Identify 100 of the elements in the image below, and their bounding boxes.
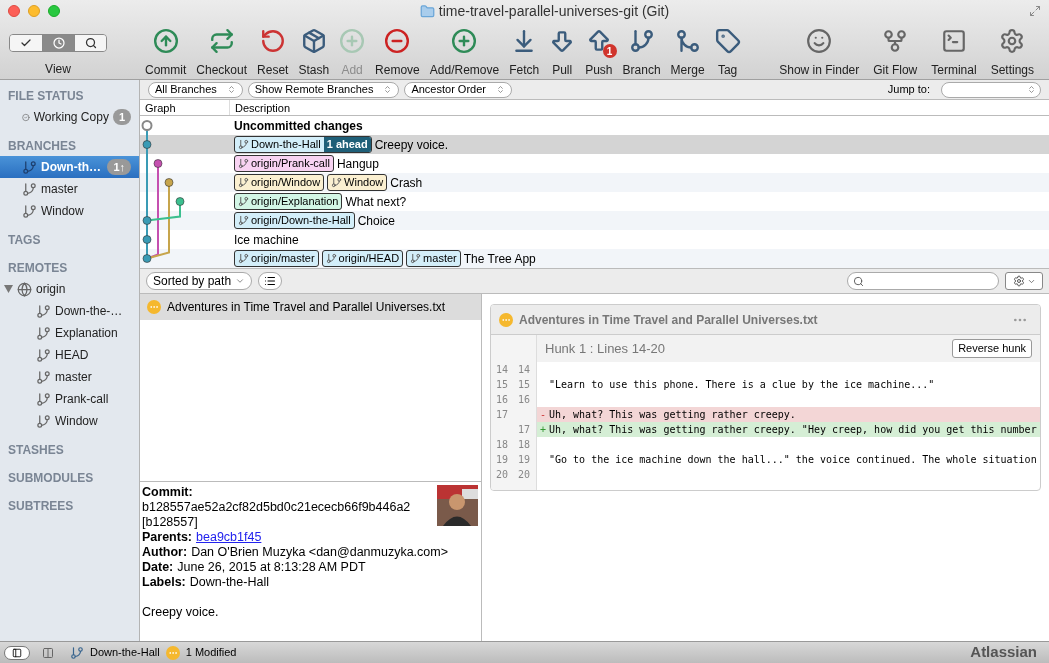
item-label: HEAD bbox=[55, 347, 89, 364]
count-badge: 1↑ bbox=[107, 159, 131, 175]
filter-dropdown[interactable]: Ancestor Order bbox=[404, 81, 512, 98]
sidebar-item[interactable]: Down-th… 1↑ bbox=[0, 156, 139, 178]
sidebar-toggle-button[interactable] bbox=[4, 645, 30, 660]
toolbar-button[interactable]: Checkout bbox=[191, 28, 253, 79]
column-header[interactable]: Graph bbox=[140, 100, 230, 115]
branch-icon bbox=[36, 391, 51, 407]
sidebar-item[interactable]: Working Copy 1 bbox=[0, 106, 139, 128]
reset-icon bbox=[259, 28, 286, 54]
sort-dropdown[interactable]: Sorted by path bbox=[146, 272, 253, 290]
panel-icon[interactable] bbox=[42, 646, 54, 659]
globe-icon bbox=[17, 281, 32, 297]
sidebar-item[interactable]: master bbox=[0, 366, 139, 388]
branch-icon bbox=[36, 413, 51, 429]
sidebar-item[interactable]: Prank-call bbox=[0, 388, 139, 410]
commit-row[interactable]: origin/Down-the-Hall Choice bbox=[232, 211, 1049, 230]
close-button[interactable] bbox=[8, 5, 20, 17]
sidebar-item[interactable]: HEAD bbox=[0, 344, 139, 366]
file-row[interactable]: Adventures in Time Travel and Parallel Universes.txt bbox=[140, 294, 481, 320]
sidebar-icon bbox=[12, 647, 22, 658]
line-number: 16 bbox=[494, 393, 509, 407]
toolbar-button[interactable]: Show in Finder bbox=[772, 28, 867, 79]
status-view-button[interactable] bbox=[10, 35, 42, 51]
toolbar-button[interactable]: Reset bbox=[252, 28, 294, 79]
label-text: origin/master bbox=[251, 251, 316, 266]
settings-menu-button[interactable] bbox=[1005, 272, 1043, 290]
search-field[interactable] bbox=[847, 272, 999, 290]
commit-message: Crash bbox=[390, 174, 423, 192]
commit-row[interactable]: Down-the-Hall 1 ahead Creepy voice. bbox=[232, 135, 1049, 154]
jump-to-label: Jump to: bbox=[887, 82, 930, 98]
list-view-button[interactable] bbox=[258, 272, 283, 290]
code-line: Uh, what? This was getting rather creepy. bbox=[549, 408, 796, 422]
zoom-button[interactable] bbox=[48, 5, 60, 17]
plus-circle-icon bbox=[339, 28, 366, 54]
item-label: origin bbox=[36, 281, 66, 298]
toolbar-button[interactable]: Branch bbox=[617, 28, 666, 79]
toolbar-button[interactable]: Stash bbox=[293, 28, 335, 79]
toolbar-button[interactable]: Git Flow bbox=[866, 28, 925, 79]
toolbar-button[interactable]: Merge bbox=[665, 28, 710, 79]
current-branch: Down-the-Hall bbox=[90, 645, 160, 661]
search-view-button[interactable] bbox=[74, 35, 106, 51]
commit-message: Ice machine bbox=[234, 231, 299, 249]
filter-dropdown[interactable]: All Branches bbox=[148, 81, 243, 98]
branch-icon bbox=[628, 28, 655, 54]
labels-label: Labels: bbox=[142, 575, 186, 590]
sidebar-item[interactable]: Window bbox=[0, 200, 139, 222]
sidebar-item[interactable]: Down-the-… bbox=[0, 300, 139, 322]
toolbar-button[interactable]: Add/Remove bbox=[424, 28, 505, 79]
reverse-hunk-button[interactable]: Reverse hunk bbox=[952, 339, 1032, 358]
line-number: 15 bbox=[494, 378, 509, 392]
file-name: Adventures in Time Travel and Parallel Universes.txt bbox=[167, 299, 446, 316]
label-text: master bbox=[423, 251, 458, 266]
branch-icon bbox=[238, 253, 249, 264]
tag-icon bbox=[714, 28, 741, 54]
chevron-down-icon bbox=[235, 276, 246, 286]
filter-dropdown[interactable]: Show Remote Branches bbox=[247, 81, 400, 98]
commit-row[interactable]: origin/master origin/HEAD master The Tree App bbox=[232, 249, 1049, 268]
sidebar-item[interactable]: master bbox=[0, 178, 139, 200]
toolbar-button[interactable]: 1 Push bbox=[580, 28, 618, 79]
view-label: View bbox=[45, 61, 71, 78]
short-hash: [b128557] bbox=[142, 515, 199, 530]
parents-label: Parents: bbox=[142, 530, 193, 545]
branch-icon bbox=[22, 181, 37, 197]
item-label: Down-th… bbox=[41, 159, 101, 176]
labels-value: Down-the-Hall bbox=[189, 575, 269, 590]
commit-row[interactable]: origin/Window Window Crash bbox=[232, 173, 1049, 192]
merge-icon bbox=[674, 28, 701, 54]
toolbar-button[interactable]: Fetch bbox=[504, 28, 545, 79]
toolbar-button[interactable]: Remove bbox=[370, 28, 425, 79]
line-number: 14 bbox=[494, 363, 509, 377]
fullscreen-icon[interactable] bbox=[1029, 5, 1041, 17]
terminal-icon bbox=[940, 28, 967, 54]
minimize-button[interactable] bbox=[28, 5, 40, 17]
branch-icon bbox=[36, 325, 51, 341]
face-icon bbox=[806, 28, 833, 54]
toolbar-button[interactable]: Pull bbox=[544, 28, 581, 79]
toolbar-button[interactable]: Terminal bbox=[924, 28, 984, 79]
column-header[interactable]: Description bbox=[230, 100, 1049, 115]
jump-to-dropdown[interactable] bbox=[941, 81, 1041, 98]
sidebar-item[interactable]: Explanation bbox=[0, 322, 139, 344]
search-icon bbox=[853, 275, 864, 287]
sidebar-item[interactable]: Window bbox=[0, 410, 139, 432]
line-number: 16 bbox=[516, 393, 531, 407]
toolbar-button[interactable]: Settings bbox=[983, 28, 1041, 79]
commit-message: Choice bbox=[357, 212, 395, 230]
branch-icon bbox=[238, 196, 249, 207]
sidebar-item[interactable]: origin bbox=[0, 278, 139, 300]
item-label: master bbox=[55, 369, 92, 386]
section-header: STASHES bbox=[7, 442, 65, 459]
toolbar-button[interactable]: Tag bbox=[709, 28, 746, 79]
label-text: Down-the-Hall bbox=[251, 137, 322, 152]
item-label: Prank-call bbox=[55, 391, 109, 408]
branch-icon bbox=[238, 177, 249, 188]
parent-link[interactable]: bea9cb1f45 bbox=[196, 530, 262, 545]
author-label: Author: bbox=[142, 545, 188, 560]
toolbar-button[interactable]: Commit bbox=[140, 28, 192, 79]
item-label: master bbox=[41, 181, 78, 198]
disclosure-triangle-icon[interactable] bbox=[4, 285, 13, 293]
check-icon bbox=[20, 37, 32, 49]
